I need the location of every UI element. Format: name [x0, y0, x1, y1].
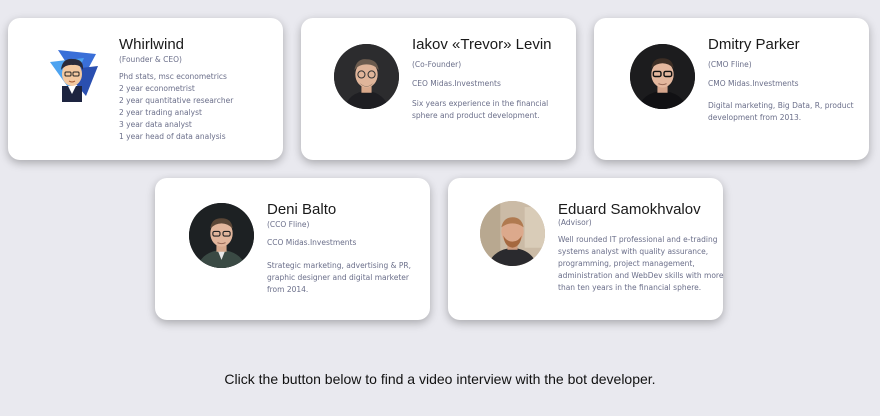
member-description: Strategic marketing, advertising & PR, g… [267, 260, 411, 296]
member-role: (Founder & CEO) [119, 55, 182, 64]
description-line: development from 2013. [708, 113, 802, 122]
description-line: 2 year trading analyst [119, 108, 202, 117]
description-line: 1 year head of data analysis [119, 132, 226, 141]
description-line: Phd stats, msc econometrics [119, 72, 227, 81]
description-line: administration and WebDev skills with mo… [558, 271, 724, 280]
avatar-dmitry [630, 44, 695, 109]
member-role: (CMO Fline) [708, 60, 752, 69]
avatar-iakov [334, 44, 399, 109]
description-line: 2 year quantitative researcher [119, 96, 234, 105]
member-company: CCO Midas.Investments [267, 238, 357, 247]
member-name: Dmitry Parker [708, 36, 800, 53]
member-role: (Co-Founder) [412, 60, 462, 69]
member-name: Deni Balto [267, 201, 337, 218]
team-card-eduard: Eduard Samokhvalov (Advisor) Well rounde… [448, 178, 723, 320]
team-card-deni: Deni Balto (CCO Fline) CCO Midas.Investm… [155, 178, 430, 320]
description-line: systems analyst with quality assurance, [558, 247, 709, 256]
description-line: sphere and product development. [412, 111, 540, 120]
description-line: Six years experience in the financial [412, 99, 549, 108]
member-company: CMO Midas.Investments [708, 79, 799, 88]
team-card-dmitry: Dmitry Parker (CMO Fline) CMO Midas.Inve… [594, 18, 869, 160]
member-name: Eduard Samokhvalov [558, 201, 701, 218]
description-line: programming, project management, [558, 259, 695, 268]
avatar-whirlwind [40, 40, 104, 104]
description-line: 2 year econometrist [119, 84, 195, 93]
description-line: 3 year data analyst [119, 120, 192, 129]
description-line: from 2014. [267, 285, 309, 294]
description-line: Strategic marketing, advertising & PR, [267, 261, 412, 270]
description-line: than ten years in the financial sphere. [558, 283, 702, 292]
member-company: CEO Midas.Investments [412, 79, 501, 88]
video-interview-prompt: Click the button below to find a video i… [224, 371, 656, 387]
description-line: graphic designer and digital marketer [267, 273, 410, 282]
avatar-deni [189, 203, 254, 268]
member-role: (Advisor) [558, 218, 592, 227]
team-section: Whirlwind (Founder & CEO) Phd stats, msc… [0, 0, 880, 416]
team-card-iakov: Iakov «Trevor» Levin (Co-Founder) CEO Mi… [301, 18, 576, 160]
member-description: Well rounded IT professional and e-tradi… [558, 234, 723, 294]
member-name: Iakov «Trevor» Levin [412, 36, 552, 53]
member-role: (CCO Fline) [267, 220, 310, 229]
description-line: Well rounded IT professional and e-tradi… [558, 235, 718, 244]
member-name: Whirlwind [119, 36, 185, 53]
member-description: Digital marketing, Big Data, R, product … [708, 100, 854, 124]
member-description: Phd stats, msc econometrics 2 year econo… [119, 71, 233, 143]
team-card-whirlwind: Whirlwind (Founder & CEO) Phd stats, msc… [8, 18, 283, 160]
avatar-eduard [480, 201, 545, 266]
member-description: Six years experience in the financial sp… [412, 98, 548, 122]
description-line: Digital marketing, Big Data, R, product [708, 101, 854, 110]
